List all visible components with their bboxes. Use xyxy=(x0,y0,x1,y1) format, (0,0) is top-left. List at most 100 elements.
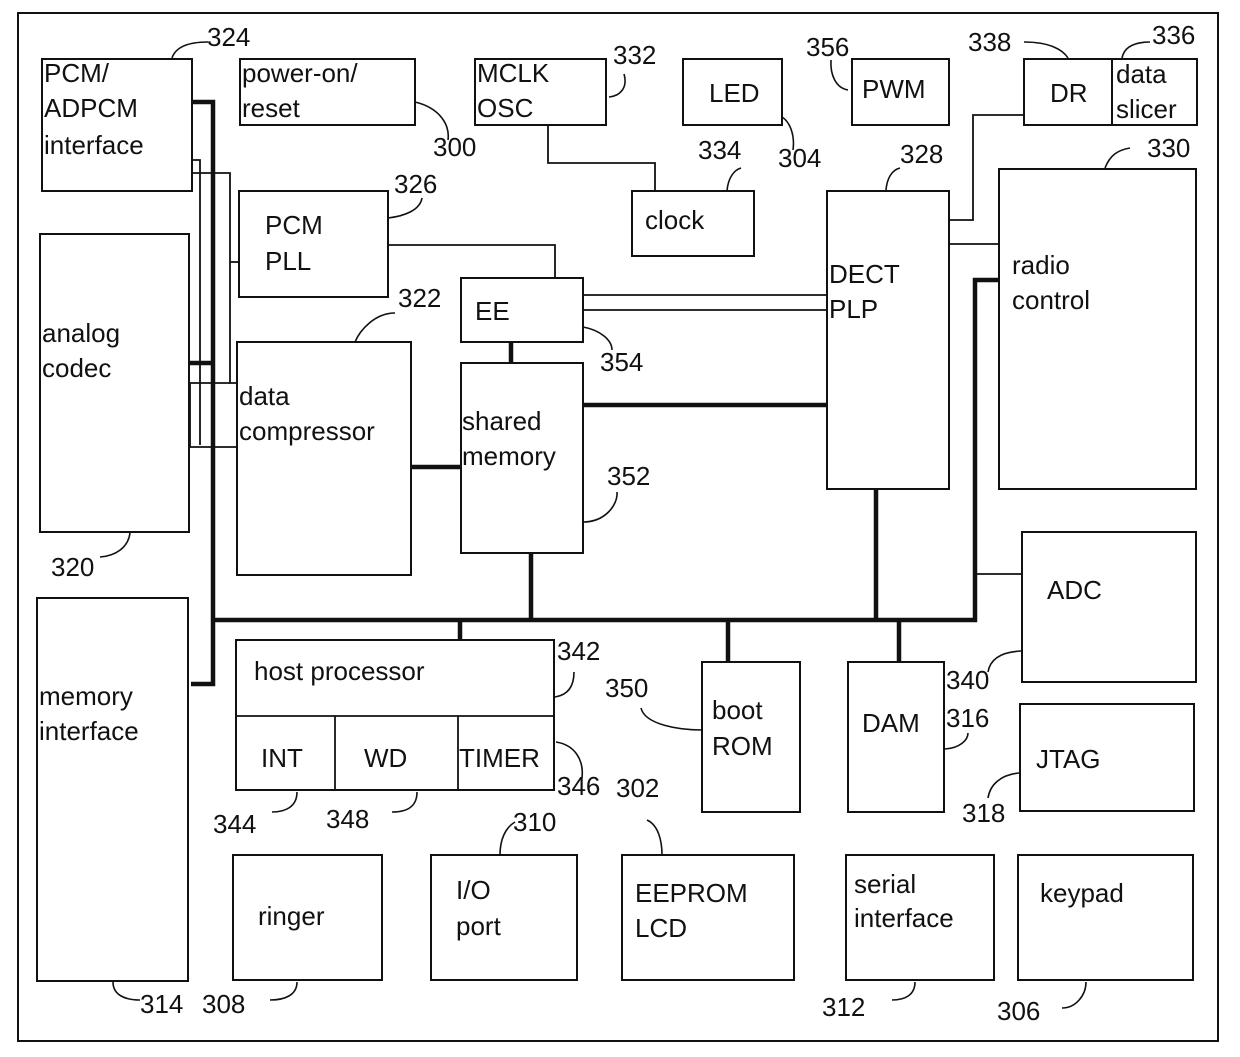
label-int: INT xyxy=(261,743,303,773)
ref-306: 306 xyxy=(997,996,1040,1026)
label-pcm-adpcm-1: PCM/ xyxy=(44,58,110,88)
ref-322: 322 xyxy=(398,283,441,313)
ref-314: 314 xyxy=(140,989,183,1019)
block-diagram: PCM/ ADPCM interface power-on/ reset MCL… xyxy=(17,12,1219,1042)
label-clock: clock xyxy=(645,205,705,235)
label-dam: DAM xyxy=(862,708,920,738)
wire-mclk-to-clock xyxy=(547,125,656,191)
label-analog-2: codec xyxy=(42,353,111,383)
ref-340: 340 xyxy=(946,665,989,695)
label-mclk-1: MCLK xyxy=(477,58,550,88)
leader-344 xyxy=(271,791,298,813)
label-ringer: ringer xyxy=(258,901,325,931)
label-wd: WD xyxy=(364,743,407,773)
leader-328 xyxy=(885,167,901,191)
leader-314 xyxy=(112,981,141,1001)
leader-348 xyxy=(391,791,418,813)
leader-350 xyxy=(640,707,703,731)
label-power-on-1: power-on/ xyxy=(242,58,358,88)
ref-318: 318 xyxy=(962,798,1005,828)
ref-344: 344 xyxy=(213,809,256,839)
label-adc: ADC xyxy=(1047,575,1102,605)
bus-left-vertical xyxy=(191,99,216,687)
label-eeprom-2: LCD xyxy=(635,913,687,943)
ref-330: 330 xyxy=(1147,133,1190,163)
leader-316 xyxy=(944,732,969,750)
ref-312: 312 xyxy=(822,992,865,1022)
label-compressor-2: compressor xyxy=(239,416,375,446)
leader-336 xyxy=(1121,41,1151,59)
leader-352 xyxy=(582,491,618,523)
leader-356 xyxy=(830,59,849,91)
label-meminterface-2: interface xyxy=(39,716,139,746)
ref-324: 324 xyxy=(207,22,250,52)
ref-300: 300 xyxy=(433,132,476,162)
ref-342: 342 xyxy=(557,636,600,666)
label-shared-2: memory xyxy=(462,441,556,471)
leader-326 xyxy=(387,197,423,219)
ref-316: 316 xyxy=(946,703,989,733)
label-pcm-pll-2: PLL xyxy=(265,246,311,276)
leader-338 xyxy=(1023,41,1069,59)
label-eeprom-1: EEPROM xyxy=(635,878,748,908)
label-pwm: PWM xyxy=(862,74,926,104)
label-shared-1: shared xyxy=(462,406,542,436)
ref-334: 334 xyxy=(698,135,741,165)
leader-340 xyxy=(987,650,1022,673)
ref-352: 352 xyxy=(607,461,650,491)
label-mclk-2: OSC xyxy=(477,93,533,123)
label-dr: DR xyxy=(1050,78,1088,108)
ref-346: 346 xyxy=(557,771,600,801)
label-slicer-2: slicer xyxy=(1116,94,1177,124)
label-serial-2: interface xyxy=(854,903,954,933)
block-adc xyxy=(1021,531,1197,683)
label-io-2: port xyxy=(456,911,502,941)
label-bootrom-2: ROM xyxy=(712,731,773,761)
label-jtag: JTAG xyxy=(1036,744,1101,774)
label-bootrom-1: boot xyxy=(712,695,763,725)
label-compressor-1: data xyxy=(239,381,290,411)
ref-310: 310 xyxy=(513,807,556,837)
label-dect-1: DECT xyxy=(829,259,900,289)
leader-320 xyxy=(99,532,131,558)
label-keypad: keypad xyxy=(1040,878,1124,908)
block-io xyxy=(430,854,578,981)
label-io-1: I/O xyxy=(456,875,491,905)
ref-302: 302 xyxy=(616,773,659,803)
block-dect xyxy=(826,190,950,490)
leader-342 xyxy=(554,671,575,698)
ref-328: 328 xyxy=(900,139,943,169)
ref-336: 336 xyxy=(1152,20,1195,50)
label-timer: TIMER xyxy=(459,743,540,773)
block-keypad xyxy=(1017,854,1194,981)
wire-pcm-pll-to-dect xyxy=(388,244,827,296)
label-ee: EE xyxy=(475,296,510,326)
block-radio xyxy=(998,168,1197,490)
ref-304: 304 xyxy=(778,143,821,173)
ref-338: 338 xyxy=(968,27,1011,57)
ref-308: 308 xyxy=(202,989,245,1019)
leader-308 xyxy=(269,981,298,1001)
label-power-on-2: reset xyxy=(242,93,301,123)
label-analog-1: analog xyxy=(42,318,120,348)
leader-312 xyxy=(891,981,916,1001)
label-dect-2: PLP xyxy=(829,294,878,324)
ref-332: 332 xyxy=(613,40,656,70)
ref-326: 326 xyxy=(394,169,437,199)
ref-356: 356 xyxy=(806,32,849,62)
leader-318 xyxy=(987,772,1020,799)
leader-330 xyxy=(1104,147,1131,169)
leader-302 xyxy=(646,819,663,856)
ref-320: 320 xyxy=(51,552,94,582)
block-meminterface xyxy=(36,597,189,982)
leader-334 xyxy=(726,167,742,192)
label-slicer-1: data xyxy=(1116,59,1167,89)
ref-348: 348 xyxy=(326,804,369,834)
label-radio-1: radio xyxy=(1012,250,1070,280)
leader-332 xyxy=(608,73,626,98)
label-pcm-pll-1: PCM xyxy=(265,210,323,240)
wire-pcm-out-a xyxy=(191,159,201,445)
label-pcm-adpcm-3: interface xyxy=(44,130,144,160)
label-meminterface-1: memory xyxy=(39,681,133,711)
label-serial-1: serial xyxy=(854,869,916,899)
